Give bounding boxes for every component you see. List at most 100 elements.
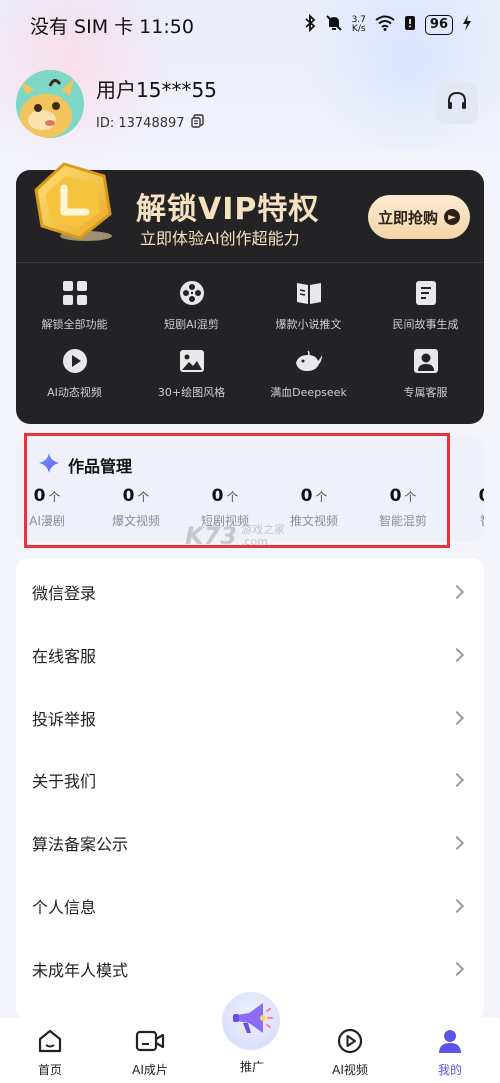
watermark-main: K73 bbox=[185, 522, 237, 550]
works-stat-label: 智能混剪 bbox=[378, 514, 427, 528]
nav-ai-video[interactable]: AI视频 bbox=[310, 1026, 390, 1078]
works-stat-count: 0 bbox=[300, 486, 313, 506]
vip-buy-button[interactable]: 立即抢购 ► bbox=[368, 195, 470, 239]
nav-mine[interactable]: 我的 bbox=[410, 1026, 490, 1078]
vip-feature-unlock-all[interactable]: 解锁全部功能 bbox=[16, 278, 133, 332]
chevron-right-icon bbox=[449, 835, 465, 851]
vip-feature-label: 民间故事生成 bbox=[392, 318, 459, 331]
vip-feature-label: 满血Deepseek bbox=[270, 386, 347, 399]
vip-feature-novel-post[interactable]: 爆款小说推文 bbox=[250, 278, 367, 332]
user-id: ID: 13748897 bbox=[96, 115, 185, 131]
works-stat-count: 0 bbox=[211, 486, 224, 506]
status-carrier-time: 没有 SIM 卡 11:50 bbox=[30, 15, 194, 38]
works-stat-partial[interactable]: 0个 智能 bbox=[452, 486, 484, 529]
settings-menu: 微信登录 在线客服 投诉举报 关于我们 算法备案公示 个人信息 未成年人模式 bbox=[16, 558, 484, 1020]
vip-feature-label: 短剧AI混剪 bbox=[164, 318, 219, 331]
vip-feature-deepseek[interactable]: 满血Deepseek bbox=[250, 346, 367, 400]
watermark-domain: .com bbox=[241, 535, 268, 548]
charging-icon bbox=[462, 15, 472, 35]
wifi-icon bbox=[375, 15, 395, 35]
watermark-sub-group: 游戏之家 .com bbox=[241, 524, 285, 548]
vip-buy-label: 立即抢购 bbox=[377, 208, 438, 227]
sparkle-icon bbox=[38, 452, 60, 478]
works-stat-post-video[interactable]: 0个 推文视频 bbox=[274, 486, 354, 529]
status-bar: 没有 SIM 卡 11:50 3.7 K/s 96 bbox=[0, 0, 500, 50]
menu-item-label: 关于我们 bbox=[32, 772, 97, 791]
image-icon bbox=[177, 346, 207, 376]
nav-home[interactable]: 首页 bbox=[10, 1026, 90, 1078]
user-id-row: ID: 13748897 bbox=[96, 114, 205, 132]
works-stat-ai-comic[interactable]: 0个 AI漫剧 bbox=[16, 486, 87, 529]
copy-icon[interactable] bbox=[190, 114, 205, 132]
bluetooth-icon bbox=[304, 13, 316, 36]
vip-feature-short-drama-mix[interactable]: 短剧AI混剪 bbox=[133, 278, 250, 332]
grid-icon bbox=[60, 278, 90, 308]
works-stat-label: AI漫剧 bbox=[29, 514, 65, 528]
vip-feature-label: 解锁全部功能 bbox=[41, 318, 108, 331]
vip-badge-icon bbox=[24, 150, 124, 250]
menu-item-label: 算法备案公示 bbox=[32, 835, 129, 854]
works-stat-unit: 个 bbox=[137, 490, 150, 504]
menu-item-algorithm-filing[interactable]: 算法备案公示 bbox=[16, 812, 484, 874]
play-circle-icon bbox=[335, 1026, 365, 1056]
person-icon bbox=[411, 346, 441, 376]
works-stat-smart-mix[interactable]: 0个 智能混剪 bbox=[363, 486, 443, 529]
nav-label: 我的 bbox=[437, 1063, 462, 1077]
nav-ai-film[interactable]: AI成片 bbox=[110, 1026, 190, 1078]
battery-level: 96 bbox=[424, 15, 453, 35]
vip-feature-label: 专属客服 bbox=[403, 386, 448, 399]
promote-bubble[interactable] bbox=[222, 992, 280, 1050]
username: 用户15***55 bbox=[96, 78, 217, 102]
status-icons: 3.7 K/s 96 bbox=[304, 13, 472, 36]
vip-feature-label: 爆款小说推文 bbox=[275, 318, 342, 331]
menu-item-label: 在线客服 bbox=[32, 647, 97, 666]
nav-label: 推广 bbox=[239, 1060, 264, 1074]
works-stat-unit: 个 bbox=[48, 490, 61, 504]
mute-bell-icon bbox=[325, 14, 343, 36]
home-icon bbox=[35, 1026, 65, 1056]
menu-item-label: 微信登录 bbox=[32, 584, 97, 603]
play-circle-icon bbox=[60, 346, 90, 376]
vip-feature-label: AI动态视频 bbox=[47, 386, 102, 399]
vip-subtitle: 立即体验AI创作超能力 bbox=[140, 229, 300, 248]
book-icon bbox=[294, 278, 324, 308]
works-stat-label: 爆文视频 bbox=[111, 514, 160, 528]
works-stat-label: 推文视频 bbox=[289, 514, 338, 528]
nav-label: 首页 bbox=[37, 1063, 62, 1077]
avatar[interactable] bbox=[16, 70, 84, 138]
works-stat-count: 0 bbox=[389, 486, 402, 506]
network-speed: 3.7 K/s bbox=[352, 16, 366, 34]
menu-item-online-service[interactable]: 在线客服 bbox=[16, 624, 484, 686]
sim-alert-icon bbox=[404, 15, 416, 35]
menu-item-about[interactable]: 关于我们 bbox=[16, 749, 484, 811]
document-icon bbox=[411, 278, 441, 308]
arrow-right-icon: ► bbox=[444, 209, 460, 225]
vip-feature-drawing-styles[interactable]: 30+绘图风格 bbox=[133, 346, 250, 400]
watermark: K73 游戏之家 .com bbox=[185, 522, 285, 550]
chevron-right-icon bbox=[449, 647, 465, 663]
menu-item-wechat-login[interactable]: 微信登录 bbox=[16, 561, 484, 623]
menu-item-personal-info[interactable]: 个人信息 bbox=[16, 875, 484, 937]
vip-feature-folk-story[interactable]: 民间故事生成 bbox=[367, 278, 484, 332]
works-stat-viral-video[interactable]: 0个 爆文视频 bbox=[96, 486, 176, 529]
chevron-right-icon bbox=[449, 584, 465, 600]
works-stat-count: 0 bbox=[122, 486, 135, 506]
chevron-right-icon bbox=[449, 772, 465, 788]
customer-service-button[interactable] bbox=[436, 82, 478, 124]
menu-item-label: 个人信息 bbox=[32, 898, 97, 917]
megaphone-icon bbox=[229, 997, 273, 1045]
vip-feature-exclusive-service[interactable]: 专属客服 bbox=[367, 346, 484, 400]
nav-promote[interactable]: 推广 bbox=[212, 1058, 292, 1075]
works-title: 作品管理 bbox=[68, 457, 133, 476]
chevron-right-icon bbox=[449, 961, 465, 977]
menu-item-label: 未成年人模式 bbox=[32, 961, 129, 980]
vip-feature-ai-dynamic-video[interactable]: AI动态视频 bbox=[16, 346, 133, 400]
works-header: 作品管理 bbox=[38, 452, 132, 478]
menu-item-minor-mode[interactable]: 未成年人模式 bbox=[16, 938, 484, 1000]
works-stat-label: 智能 bbox=[452, 512, 484, 529]
menu-item-complaint[interactable]: 投诉举报 bbox=[16, 687, 484, 749]
works-stat-unit: 个 bbox=[404, 490, 417, 504]
vip-title: 解锁VIP特权 bbox=[136, 192, 320, 227]
video-camera-icon bbox=[135, 1026, 165, 1056]
works-stat-count: 0 bbox=[479, 486, 484, 506]
